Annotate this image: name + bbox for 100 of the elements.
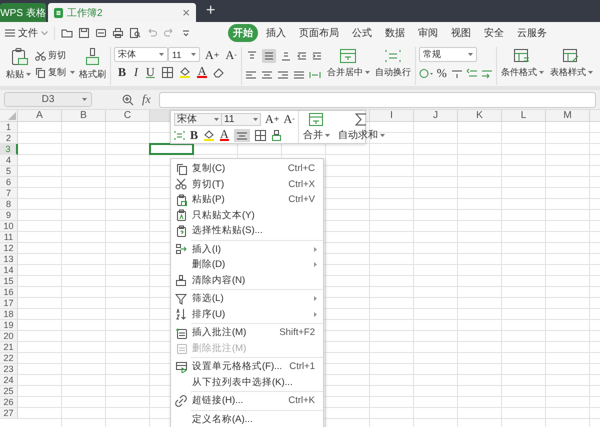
- font-size-select[interactable]: 11: [168, 47, 200, 62]
- align-right-icon[interactable]: [276, 69, 289, 81]
- paste-button[interactable]: 粘贴: [5, 47, 32, 81]
- ribbon-tab[interactable]: 页面布局: [294, 24, 344, 42]
- row-header[interactable]: 12: [0, 243, 18, 254]
- merge-center-button[interactable]: 合并居中: [326, 47, 371, 79]
- copy-button[interactable]: 复制: [35, 66, 75, 79]
- row-header[interactable]: 8: [0, 199, 18, 210]
- percent-button[interactable]: %: [436, 67, 448, 79]
- row-header[interactable]: 5: [0, 166, 18, 177]
- row-header[interactable]: 15: [0, 276, 18, 287]
- print-preview-icon[interactable]: [129, 27, 141, 39]
- row-header[interactable]: 13: [0, 254, 18, 265]
- formula-input[interactable]: [158, 92, 596, 108]
- menu-item[interactable]: 只粘贴文本(Y): [171, 208, 323, 223]
- ribbon-tab[interactable]: 开始: [228, 24, 258, 42]
- font-color-button[interactable]: A: [220, 129, 229, 141]
- close-tab-button[interactable]: ×: [182, 6, 190, 19]
- menu-item[interactable]: 插入批注(M) Shift+F2: [171, 325, 323, 340]
- merge-button[interactable]: 合并: [298, 111, 334, 143]
- row-header[interactable]: 20: [0, 331, 18, 342]
- ribbon-tab[interactable]: 云服务: [512, 24, 552, 42]
- row-header[interactable]: 10: [0, 221, 18, 232]
- ribbon-tab[interactable]: 审阅: [413, 24, 443, 42]
- increase-indent-icon[interactable]: [310, 50, 323, 62]
- decrease-indent-icon[interactable]: [296, 50, 308, 62]
- row-header[interactable]: 22: [0, 353, 18, 364]
- menu-item[interactable]: 超链接(H)... Ctrl+K: [171, 393, 323, 408]
- underline-button[interactable]: U: [145, 66, 156, 78]
- row-header[interactable]: 26: [0, 397, 18, 408]
- table-style-button[interactable]: 表格样式: [548, 47, 594, 79]
- font-name-select[interactable]: 宋体: [114, 47, 168, 62]
- currency-icon[interactable]: [418, 68, 433, 78]
- row-header[interactable]: 7: [0, 188, 18, 199]
- row-header[interactable]: 1: [0, 122, 18, 133]
- wrap-text-button[interactable]: 自动换行: [374, 47, 412, 79]
- row-header[interactable]: 4: [0, 155, 18, 166]
- menu-item[interactable]: 粘贴(P) Ctrl+V: [171, 192, 323, 208]
- row-header[interactable]: 25: [0, 386, 18, 397]
- menu-item[interactable]: 删除(D): [171, 257, 323, 272]
- number-format-select[interactable]: 常规: [418, 47, 477, 62]
- fill-color-icon[interactable]: [203, 129, 216, 141]
- font-color-button[interactable]: A: [196, 66, 208, 78]
- bold-button[interactable]: B: [190, 129, 198, 141]
- align-center-icon[interactable]: [260, 69, 273, 81]
- conditional-format-button[interactable]: 条件格式: [500, 47, 545, 79]
- borders-icon[interactable]: [162, 66, 173, 78]
- ribbon-tab[interactable]: 公式: [347, 24, 377, 42]
- row-header[interactable]: 17: [0, 298, 18, 309]
- function-button[interactable]: fx: [142, 92, 151, 107]
- row-header[interactable]: 2: [0, 133, 18, 144]
- ribbon-tab[interactable]: 插入: [261, 24, 291, 42]
- ribbon-tab[interactable]: 数据: [380, 24, 410, 42]
- file-menu[interactable]: 文件: [5, 26, 55, 40]
- align-left-icon[interactable]: [244, 69, 257, 81]
- folder-icon[interactable]: [61, 27, 73, 39]
- row-header[interactable]: 11: [0, 232, 18, 243]
- borders-icon[interactable]: [254, 130, 266, 140]
- name-box[interactable]: D3: [4, 92, 92, 107]
- font-size-select[interactable]: 11: [221, 112, 261, 126]
- fill-color-icon[interactable]: [178, 66, 191, 78]
- zoom-icon[interactable]: [122, 94, 134, 106]
- bold-button[interactable]: B: [117, 66, 128, 78]
- column-header[interactable]: J: [414, 110, 458, 121]
- new-tab-button[interactable]: +: [206, 3, 216, 19]
- menu-item[interactable]: 筛选(L): [171, 291, 323, 306]
- increase-decimal-icon[interactable]: [466, 68, 478, 78]
- row-header[interactable]: 21: [0, 342, 18, 353]
- menu-item[interactable]: 设置单元格格式(F)... Ctrl+1: [171, 359, 323, 374]
- row-header[interactable]: 6: [0, 177, 18, 188]
- document-tab[interactable]: 工作簿2 ×: [48, 3, 196, 22]
- print-icon[interactable]: [112, 27, 124, 39]
- menu-item[interactable]: 排序(U): [171, 306, 323, 322]
- column-header[interactable]: A: [18, 110, 62, 121]
- column-header[interactable]: M: [546, 110, 590, 121]
- pdf-export-icon[interactable]: [95, 27, 107, 39]
- menu-item[interactable]: 复制(C) Ctrl+C: [171, 161, 323, 176]
- menu-item[interactable]: 清除内容(N): [171, 272, 323, 288]
- distribute-icon[interactable]: [308, 69, 321, 81]
- menu-item[interactable]: 选择性粘贴(S)...: [171, 223, 323, 238]
- wrap-text-icon[interactable]: [174, 130, 185, 140]
- menu-item[interactable]: 从下拉列表中选择(K)...: [171, 374, 323, 390]
- row-header[interactable]: 18: [0, 309, 18, 320]
- italic-button[interactable]: I: [133, 66, 140, 78]
- ribbon-tab[interactable]: 安全: [479, 24, 509, 42]
- font-name-select[interactable]: 宋体: [174, 112, 222, 126]
- column-header[interactable]: L: [502, 110, 546, 121]
- brush-icon[interactable]: [270, 130, 282, 140]
- menu-item[interactable]: 定义名称(A)...: [171, 412, 323, 427]
- decrease-decimal-icon[interactable]: [480, 68, 493, 78]
- save-icon[interactable]: [78, 27, 90, 39]
- row-header[interactable]: 24: [0, 375, 18, 386]
- row-header[interactable]: 27: [0, 408, 18, 419]
- column-header[interactable]: I: [370, 110, 414, 121]
- menu-item[interactable]: 剪切(T) Ctrl+X: [171, 176, 323, 192]
- cut-button[interactable]: 剪切: [35, 49, 75, 62]
- app-tab[interactable]: WPS 表格: [0, 3, 46, 22]
- menu-item[interactable]: 插入(I): [171, 242, 323, 257]
- column-header[interactable]: K: [458, 110, 502, 121]
- column-header[interactable]: B: [62, 110, 106, 121]
